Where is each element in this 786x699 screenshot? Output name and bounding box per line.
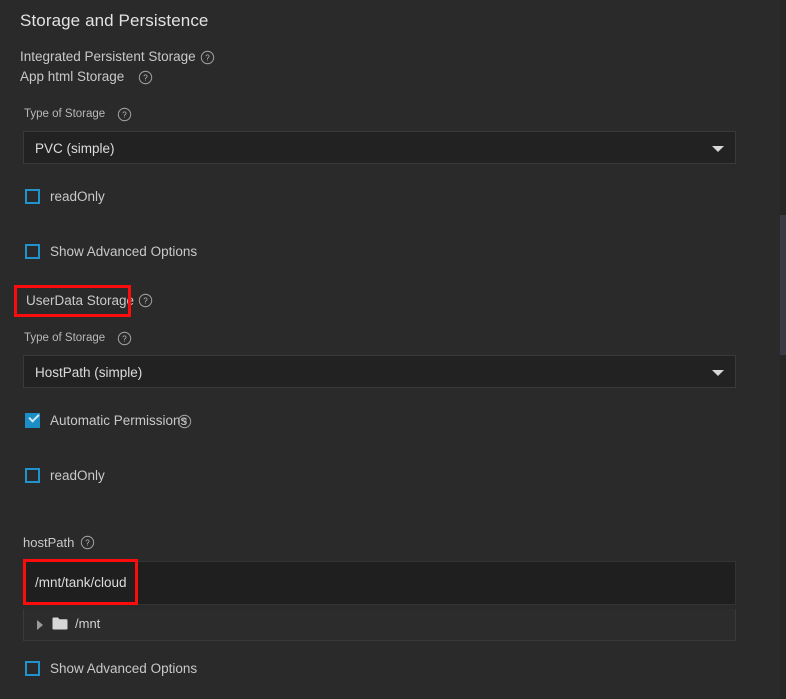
help-circle-icon-userdata-storage[interactable]: ? [138, 293, 153, 308]
help-circle-icon-integrated-persistent-storage[interactable]: ? [200, 50, 215, 65]
hostpath-directory-tree[interactable]: /mnt [23, 609, 736, 641]
caret-right-icon-mnt[interactable] [37, 620, 43, 630]
checkbox-label-automatic-permissions: Automatic Permissions [50, 413, 188, 428]
svg-text:?: ? [205, 54, 210, 63]
svg-text:?: ? [143, 74, 148, 83]
label-type-of-storage-userdata: Type of Storage [24, 332, 106, 344]
label-integrated-persistent-storage: Integrated Persistent Storage [20, 49, 196, 64]
folder-icon-mnt [52, 617, 68, 630]
select-type-of-storage-userdata[interactable]: HostPath (simple) [23, 355, 736, 388]
select-value-userdata: HostPath (simple) [35, 365, 143, 380]
storage-and-persistence-panel: Storage and Persistence Integrated Persi… [0, 0, 786, 699]
checkbox-label-show-advanced-options-app-html: Show Advanced Options [50, 244, 198, 259]
tree-label-mnt: /mnt [75, 616, 101, 631]
help-circle-icon-automatic-permissions[interactable]: ? [177, 414, 192, 429]
input-hostpath[interactable]: /mnt/tank/cloud [23, 561, 736, 605]
checkbox-show-advanced-options-app-html[interactable] [25, 244, 40, 259]
vertical-scrollbar-track[interactable] [780, 0, 786, 699]
chevron-down-icon-userdata[interactable] [712, 370, 724, 376]
svg-text:?: ? [85, 539, 90, 548]
checkbox-label-readonly-userdata: readOnly [50, 468, 105, 483]
help-circle-icon-type-of-storage-app-html[interactable]: ? [117, 107, 132, 122]
vertical-scrollbar-thumb[interactable] [780, 215, 786, 355]
select-type-of-storage-app-html[interactable]: PVC (simple) [23, 131, 736, 164]
checkbox-show-advanced-options-userdata[interactable] [25, 661, 40, 676]
tree-row-mnt[interactable]: /mnt [24, 609, 735, 639]
label-type-of-storage-app-html: Type of Storage [24, 108, 106, 120]
svg-text:?: ? [182, 418, 187, 427]
checkbox-label-readonly-app-html: readOnly [50, 189, 105, 204]
checkbox-readonly-userdata[interactable] [25, 468, 40, 483]
help-circle-icon-type-of-storage-userdata[interactable]: ? [117, 331, 132, 346]
label-app-html-storage: App html Storage [20, 69, 125, 84]
svg-text:?: ? [143, 297, 148, 306]
checkbox-label-show-advanced-options-userdata: Show Advanced Options [50, 661, 198, 676]
label-hostpath: hostPath [23, 535, 75, 550]
help-circle-icon-app-html-storage[interactable]: ? [138, 70, 153, 85]
checkbox-automatic-permissions[interactable] [25, 411, 40, 428]
help-circle-icon-hostpath[interactable]: ? [80, 535, 95, 550]
page-title: Storage and Persistence [20, 11, 209, 30]
svg-text:?: ? [122, 335, 127, 344]
input-hostpath-value: /mnt/tank/cloud [35, 575, 127, 590]
checkbox-readonly-app-html[interactable] [25, 189, 40, 204]
label-userdata-storage: UserData Storage [26, 293, 135, 308]
select-value-app-html: PVC (simple) [35, 141, 115, 156]
chevron-down-icon-app-html[interactable] [712, 146, 724, 152]
svg-text:?: ? [122, 111, 127, 120]
